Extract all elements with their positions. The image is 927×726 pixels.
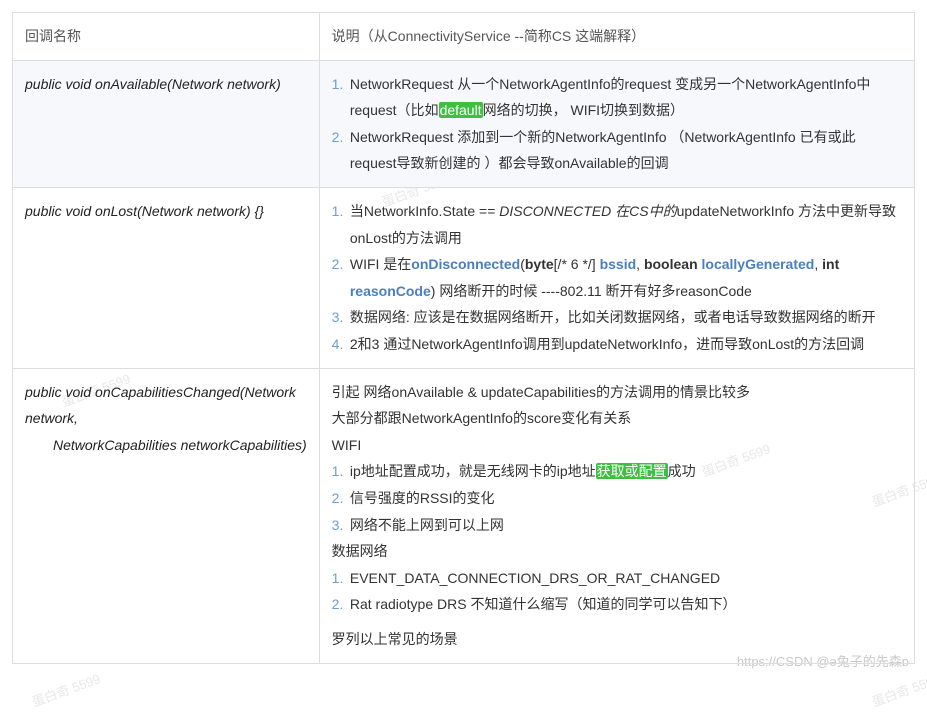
table-row: public void onAvailable(Network network)… [13,60,915,187]
list-item: NetworkRequest 添加到一个新的NetworkAgentInfo （… [332,124,902,177]
list-item: 信号强度的RSSI的变化 [332,485,902,512]
callback-signature: public void onCapabilitiesChanged(Networ… [25,379,307,432]
list-item: 当NetworkInfo.State == DISCONNECTED 在CS中的… [332,198,902,251]
desc-list: ip地址配置成功，就是无线网卡的ip地址获取或配置成功 信号强度的RSSI的变化… [332,458,902,538]
desc-line: WIFI [332,432,902,459]
desc-line: 大部分都跟NetworkAgentInfo的score变化有关系 [332,405,902,432]
list-item: 数据网络: 应该是在数据网络断开，比如关闭数据网络，或者电话导致数据网络的断开 [332,304,902,331]
watermark: 蛋白奇 5599 [869,668,927,710]
list-item: WIFI 是在onDisconnected(byte[/* 6 */] bssi… [332,251,902,304]
header-desc: 说明（从ConnectivityService --简称CS 这端解释） [319,13,914,61]
list-item: Rat radiotype DRS 不知道什么缩写（知道的同学可以告知下） [332,591,902,618]
desc-line: 数据网络 [332,538,902,565]
watermark: 蛋白奇 5599 [29,668,103,710]
list-item: ip地址配置成功，就是无线网卡的ip地址获取或配置成功 [332,458,902,485]
desc-list: 当NetworkInfo.State == DISCONNECTED 在CS中的… [332,198,902,358]
highlight-fetch-config: 获取或配置 [596,463,668,479]
table-row: public void onLost(Network network) {} 当… [13,187,915,368]
list-item: 2和3 通过NetworkAgentInfo调用到updateNetworkIn… [332,331,902,358]
desc-line: 引起 网络onAvailable & updateCapabilities的方法… [332,379,902,406]
header-name: 回调名称 [13,13,320,61]
list-item: 网络不能上网到可以上网 [332,512,902,539]
callback-signature: public void onLost(Network network) {} [25,203,264,219]
method-onDisconnected: onDisconnected [411,256,520,272]
desc-list: NetworkRequest 从一个NetworkAgentInfo的reque… [332,71,902,177]
desc-list: EVENT_DATA_CONNECTION_DRS_OR_RAT_CHANGED… [332,565,902,618]
desc-line: 罗列以上常见的场景 [332,626,902,653]
list-item: NetworkRequest 从一个NetworkAgentInfo的reque… [332,71,902,124]
callback-table: 回调名称 说明（从ConnectivityService --简称CS 这端解释… [12,12,915,664]
table-row: public void onCapabilitiesChanged(Networ… [13,368,915,663]
highlight-default: default [439,102,483,118]
callback-signature: public void onAvailable(Network network) [25,76,281,92]
list-item: EVENT_DATA_CONNECTION_DRS_OR_RAT_CHANGED [332,565,902,592]
